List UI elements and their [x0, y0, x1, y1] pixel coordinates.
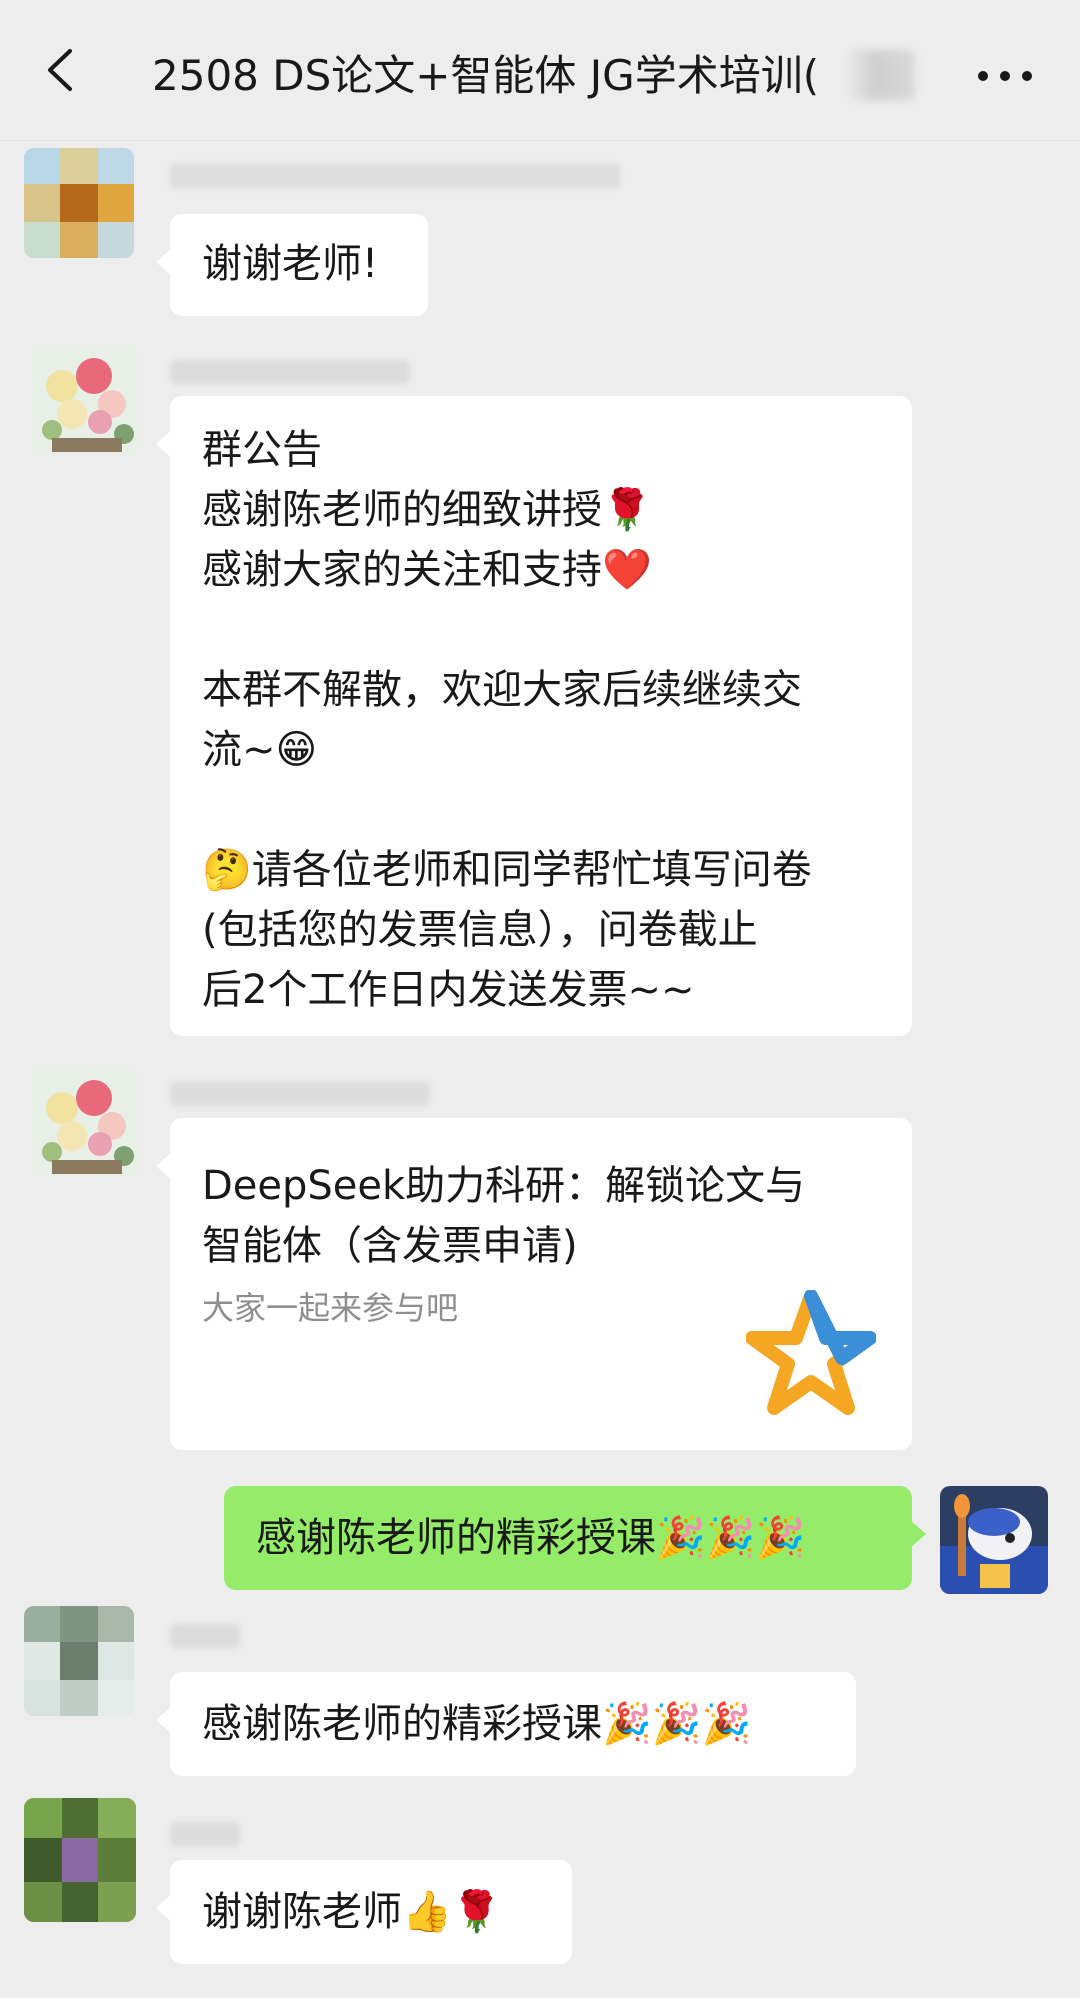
back-button[interactable] — [30, 40, 90, 100]
link-card[interactable]: DeepSeek助力科研：解锁论文与 智能体（含发票申请) 大家一起来参与吧 — [156, 1118, 912, 1450]
announcement-line: 感谢大家的关注和支持❤️ — [202, 547, 652, 593]
more-horizontal-icon — [978, 71, 1032, 81]
message-bubble[interactable]: 谢谢老师! — [156, 214, 428, 316]
announcement-line: 本群不解散，欢迎大家后续继续交 — [202, 667, 802, 713]
message-text: 感谢陈老师的精彩授课🎉🎉🎉 — [256, 1515, 806, 1561]
avatar[interactable] — [32, 1068, 140, 1176]
avatar[interactable] — [24, 1606, 134, 1716]
chat-header: 2508 DS论文+智能体 JG学术培训( — [0, 0, 1080, 141]
avatar[interactable] — [24, 148, 134, 258]
announcement-line: 群公告 — [202, 427, 322, 473]
message-bubble[interactable]: 谢谢陈老师👍🌹 — [156, 1860, 572, 1964]
star-logo-icon — [746, 1290, 876, 1415]
message-bubble[interactable]: 感谢陈老师的精彩授课🎉🎉🎉 — [156, 1672, 856, 1776]
avatar[interactable] — [32, 346, 140, 454]
announcement-line: 感谢陈老师的细致讲授🌹 — [202, 487, 652, 533]
avatar[interactable] — [24, 1798, 136, 1922]
sender-name-redacted — [170, 1624, 240, 1648]
message-text: 感谢陈老师的精彩授课🎉🎉🎉 — [202, 1701, 752, 1747]
announcement-line: 流~😁 — [202, 727, 318, 773]
sender-name-redacted — [170, 360, 410, 384]
message-text: 谢谢老师! — [202, 241, 379, 287]
announcement-line: 🤔请各位老师和同学帮忙填写问卷 — [202, 847, 812, 893]
more-button[interactable] — [970, 56, 1040, 96]
card-title: DeepSeek助力科研：解锁论文与 — [202, 1163, 806, 1209]
sender-name-redacted — [170, 164, 620, 188]
own-avatar[interactable] — [940, 1486, 1048, 1594]
sender-name-redacted — [170, 1822, 240, 1846]
chevron-left-icon — [48, 49, 72, 91]
title-redacted-area — [845, 50, 915, 100]
announcement-bubble[interactable]: 群公告 感谢陈老师的细致讲授🌹 感谢大家的关注和支持❤️ 本群不解散，欢迎大家后… — [156, 396, 912, 1036]
message-text: 谢谢陈老师👍🌹 — [202, 1889, 502, 1935]
announcement-line: (包括您的发票信息），问卷截止 — [202, 907, 758, 953]
own-message-bubble[interactable]: 感谢陈老师的精彩授课🎉🎉🎉 — [224, 1486, 926, 1590]
announcement-line: 后2个工作日内发送发票~~ — [202, 967, 695, 1013]
chat-title: 2508 DS论文+智能体 JG学术培训( — [152, 51, 820, 100]
card-title: 智能体（含发票申请) — [202, 1223, 578, 1269]
sender-name-redacted — [170, 1082, 430, 1106]
